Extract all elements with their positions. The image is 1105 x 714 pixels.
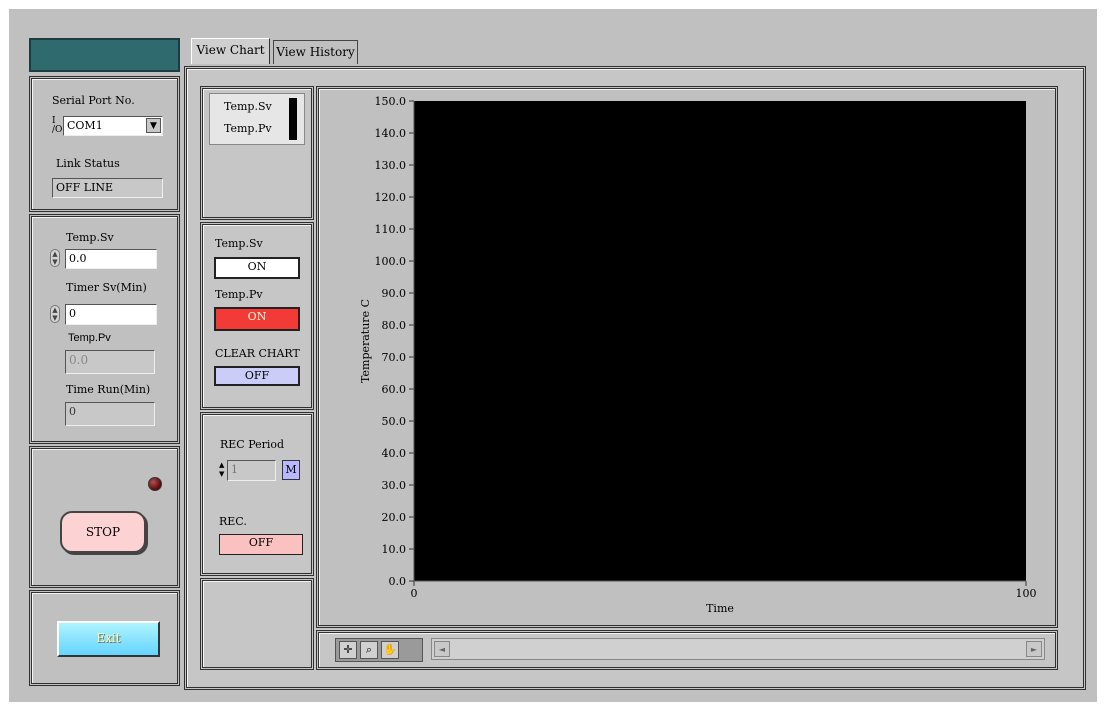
title-banner <box>29 38 180 72</box>
chart-panel: 0.0 10.0 20.0 30.0 40.0 50.0 60.0 70.0 80.0 90.0 1… <box>316 86 1058 628</box>
tab-view-chart[interactable]: View Chart <box>191 38 270 64</box>
exit-button[interactable]: Exit <box>57 621 160 657</box>
y-tick-label: 130.0 <box>375 159 407 172</box>
zoom-icon[interactable]: ⌕ <box>360 641 378 659</box>
serial-port-label: Serial Port No. <box>52 94 135 107</box>
y-tick-label: 120.0 <box>375 191 407 204</box>
y-tick-label: 110.0 <box>375 223 407 236</box>
comm-panel: Serial Port No. I/O COM1 ▼ Link Status O… <box>29 76 180 212</box>
rec-period-label: REC Period <box>220 438 285 451</box>
y-axis-label: Temperature C <box>359 299 372 383</box>
temperature-chart: 0.0 10.0 20.0 30.0 40.0 50.0 60.0 70.0 80.0 90.0 1… <box>359 95 1037 615</box>
y-tick-label: 20.0 <box>382 511 407 524</box>
rec-toggle[interactable]: OFF <box>219 534 303 555</box>
y-tick-label: 60.0 <box>382 383 407 396</box>
serial-port-value: COM1 <box>67 119 103 132</box>
pan-hand-icon[interactable]: ✋ <box>381 641 399 659</box>
link-status-label: Link Status <box>56 157 120 170</box>
toggle-temp-pv-label: Temp.Pv <box>215 288 263 301</box>
clear-chart-label: CLEAR CHART <box>215 347 300 360</box>
y-tick-label: 70.0 <box>382 351 407 364</box>
plot-legend[interactable]: Temp.Sv Temp.Pv <box>209 93 305 145</box>
y-tick-label: 140.0 <box>375 127 407 140</box>
record-panel: REC Period ▲ ▼ 1 M REC. OFF <box>200 412 314 576</box>
timer-sv-input[interactable]: 0 <box>65 304 157 325</box>
temp-pv-label: Temp.Pv <box>68 332 111 344</box>
timer-sv-spinner[interactable]: ▲ ▼ <box>50 305 60 323</box>
run-control-panel: STOP <box>29 446 180 588</box>
chevron-down-icon[interactable]: ▼ <box>146 118 161 133</box>
graph-palette: ✛ ⌕ ✋ <box>335 638 423 662</box>
y-tick-label: 40.0 <box>382 447 407 460</box>
legend-panel: Temp.Sv Temp.Pv <box>200 86 314 220</box>
timer-sv-label: Timer Sv(Min) <box>66 281 147 294</box>
link-status-field: OFF LINE <box>52 178 163 198</box>
time-run-display: 0 <box>65 402 155 426</box>
temp-pv-display: 0.0 <box>65 350 155 374</box>
time-run-label: Time Run(Min) <box>66 383 151 396</box>
legend-item-temp-sv: Temp.Sv <box>224 100 272 113</box>
empty-panel <box>200 578 314 670</box>
stop-button[interactable]: STOP <box>60 511 146 553</box>
x-tick-label: 0 <box>411 587 418 600</box>
scroll-right-icon[interactable]: ► <box>1026 641 1042 657</box>
y-tick-label: 10.0 <box>382 543 407 556</box>
scroll-left-icon[interactable]: ◄ <box>434 641 450 657</box>
temp-sv-toggle[interactable]: ON <box>214 257 300 279</box>
temp-pv-toggle[interactable]: ON <box>214 307 300 331</box>
io-icon: I/O <box>52 116 63 135</box>
y-tick-label: 50.0 <box>382 415 407 428</box>
parameter-panel: Temp.Sv ▲ ▼ 0.0 Timer Sv(Min) ▲ ▼ 0 Temp.P… <box>29 214 180 444</box>
temp-sv-spinner[interactable]: ▲ ▼ <box>50 249 60 267</box>
y-tick-label: 30.0 <box>382 479 407 492</box>
y-tick-label: 150.0 <box>375 95 407 108</box>
legend-item-temp-pv: Temp.Pv <box>224 122 272 135</box>
x-scrollbar[interactable]: ◄ ► <box>431 638 1045 660</box>
crosshair-icon[interactable]: ✛ <box>339 641 357 659</box>
y-tick-label: 80.0 <box>382 319 407 332</box>
rec-period-spinner[interactable]: ▲ ▼ <box>219 461 227 479</box>
temp-sv-label: Temp.Sv <box>66 231 114 244</box>
exit-panel: Exit <box>29 590 180 686</box>
clear-chart-button[interactable]: OFF <box>214 366 300 386</box>
y-tick-label: 100.0 <box>375 255 407 268</box>
toggle-temp-sv-label: Temp.Sv <box>215 237 263 250</box>
rec-label: REC. <box>219 515 247 528</box>
graph-toolbar: ✛ ⌕ ✋ ◄ ► <box>316 630 1058 670</box>
status-led <box>148 477 162 491</box>
legend-swatch <box>289 98 297 140</box>
y-tick-label: 0.0 <box>389 575 407 588</box>
x-axis-label: Time <box>706 602 734 615</box>
display-toggle-panel: Temp.Sv ON Temp.Pv ON CLEAR CHART OFF <box>200 222 314 410</box>
y-tick-label: 90.0 <box>382 287 407 300</box>
tab-view-history[interactable]: View History <box>273 40 358 64</box>
serial-port-select[interactable]: COM1 ▼ <box>63 116 163 136</box>
rec-period-input[interactable]: 1 <box>227 460 276 481</box>
temp-sv-input[interactable]: 0.0 <box>65 249 157 269</box>
rec-period-unit[interactable]: M <box>282 460 300 480</box>
x-tick-label: 100 <box>1016 587 1037 600</box>
plot-area[interactable] <box>414 101 1026 581</box>
